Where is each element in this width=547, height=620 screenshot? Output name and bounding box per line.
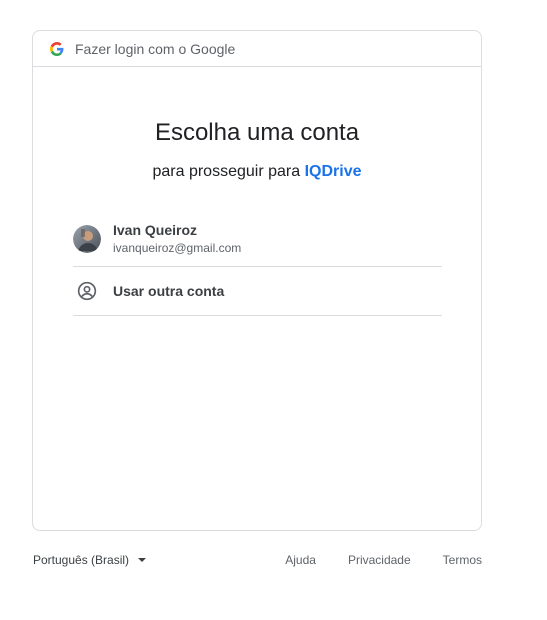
help-link[interactable]: Ajuda — [285, 553, 316, 567]
subtitle-prefix: para prosseguir para — [152, 163, 301, 180]
login-card: Fazer login com o Google Escolha uma con… — [32, 30, 482, 531]
google-logo-icon — [50, 41, 64, 56]
language-selector[interactable]: Português (Brasil) — [33, 553, 147, 567]
page-title: Escolha uma conta — [154, 119, 360, 146]
terms-link[interactable]: Termos — [443, 553, 482, 567]
account-list: Ivan Queiroz ivanqueiroz@gmail.com Usar … — [73, 211, 442, 316]
avatar — [73, 224, 101, 253]
account-text: Ivan Queiroz ivanqueiroz@gmail.com — [113, 222, 241, 255]
footer-links: Ajuda Privacidade Termos — [253, 553, 482, 567]
footer: Português (Brasil) Ajuda Privacidade Ter… — [33, 553, 482, 567]
chevron-down-icon — [138, 558, 147, 562]
use-other-account-button[interactable]: Usar outra conta — [73, 267, 442, 316]
header-title: Fazer login com o Google — [75, 40, 236, 57]
privacy-link[interactable]: Privacidade — [348, 553, 411, 567]
account-item[interactable]: Ivan Queiroz ivanqueiroz@gmail.com — [73, 211, 442, 267]
app-name-link[interactable]: IQDrive — [305, 163, 362, 180]
language-label: Português (Brasil) — [33, 553, 130, 567]
person-circle-icon — [73, 277, 101, 305]
account-name: Ivan Queiroz — [113, 222, 198, 238]
page-subtitle: para prosseguir para IQDrive — [33, 163, 481, 181]
card-header: Fazer login com o Google — [33, 31, 481, 67]
account-email: ivanqueiroz@gmail.com — [113, 241, 242, 255]
use-other-account-label: Usar outra conta — [113, 283, 225, 299]
